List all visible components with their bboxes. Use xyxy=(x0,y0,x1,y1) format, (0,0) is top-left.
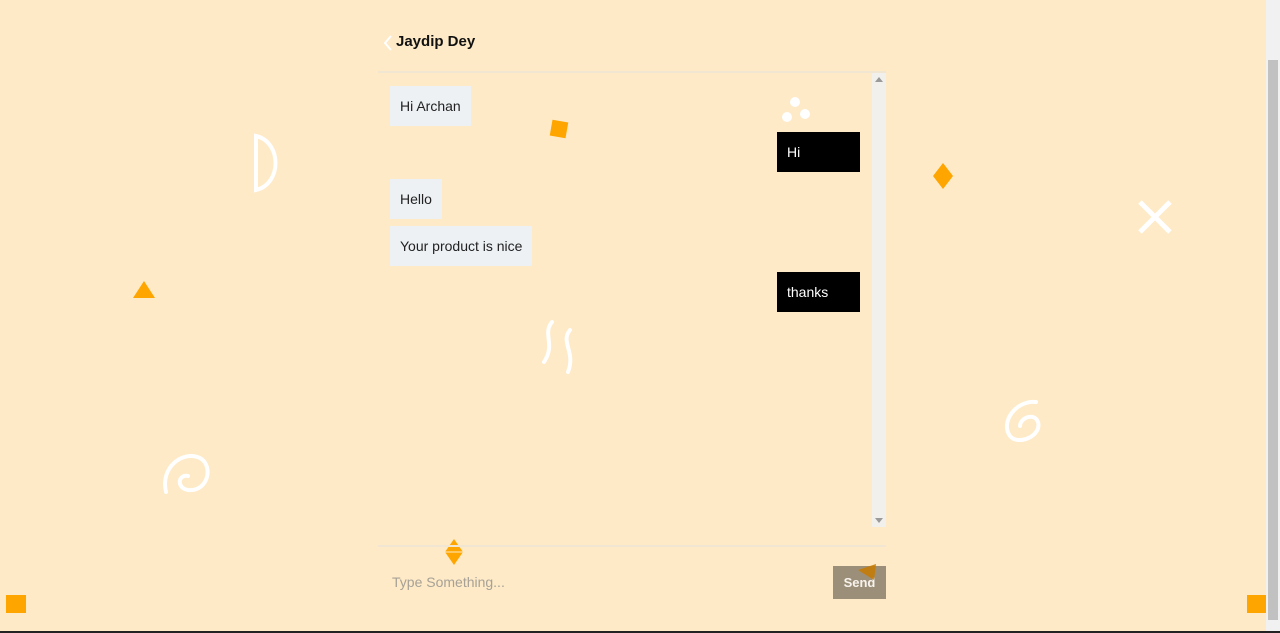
square-shape-icon xyxy=(1247,595,1266,613)
spiral-shape-icon xyxy=(163,454,210,494)
triangle-shape-icon xyxy=(133,281,155,298)
x-shape-icon xyxy=(1138,200,1172,234)
message-outgoing: Hi xyxy=(777,132,860,172)
page-scrollbar-thumb[interactable] xyxy=(1268,60,1278,620)
flag-shape-icon xyxy=(858,564,876,580)
diamond-shape-icon xyxy=(933,163,953,189)
half-circle-shape-icon xyxy=(254,133,278,193)
message-composer: Send xyxy=(378,545,886,612)
chat-panel: Jaydip Dey Hi Archan Hi Hello Your produ… xyxy=(378,20,886,610)
message-incoming: Hi Archan xyxy=(390,86,471,126)
scroll-down-icon[interactable] xyxy=(875,518,883,523)
chevron-left-icon[interactable] xyxy=(382,34,394,52)
message-outgoing: thanks xyxy=(777,272,860,312)
chat-page: Jaydip Dey Hi Archan Hi Hello Your produ… xyxy=(0,0,1280,633)
square-shape-icon xyxy=(6,595,26,613)
message-list-scrollbar[interactable] xyxy=(872,73,886,527)
page-scrollbar[interactable] xyxy=(1266,0,1280,633)
swirl-shape-icon xyxy=(1004,399,1041,442)
message-list: Hi Archan Hi Hello Your product is nice … xyxy=(378,73,872,527)
scroll-up-icon[interactable] xyxy=(875,77,883,82)
message-incoming: Your product is nice xyxy=(390,226,533,266)
message-input[interactable] xyxy=(384,567,840,597)
contact-name: Jaydip Dey xyxy=(396,33,476,50)
chat-header: Jaydip Dey xyxy=(378,20,886,73)
message-incoming: Hello xyxy=(390,179,442,219)
